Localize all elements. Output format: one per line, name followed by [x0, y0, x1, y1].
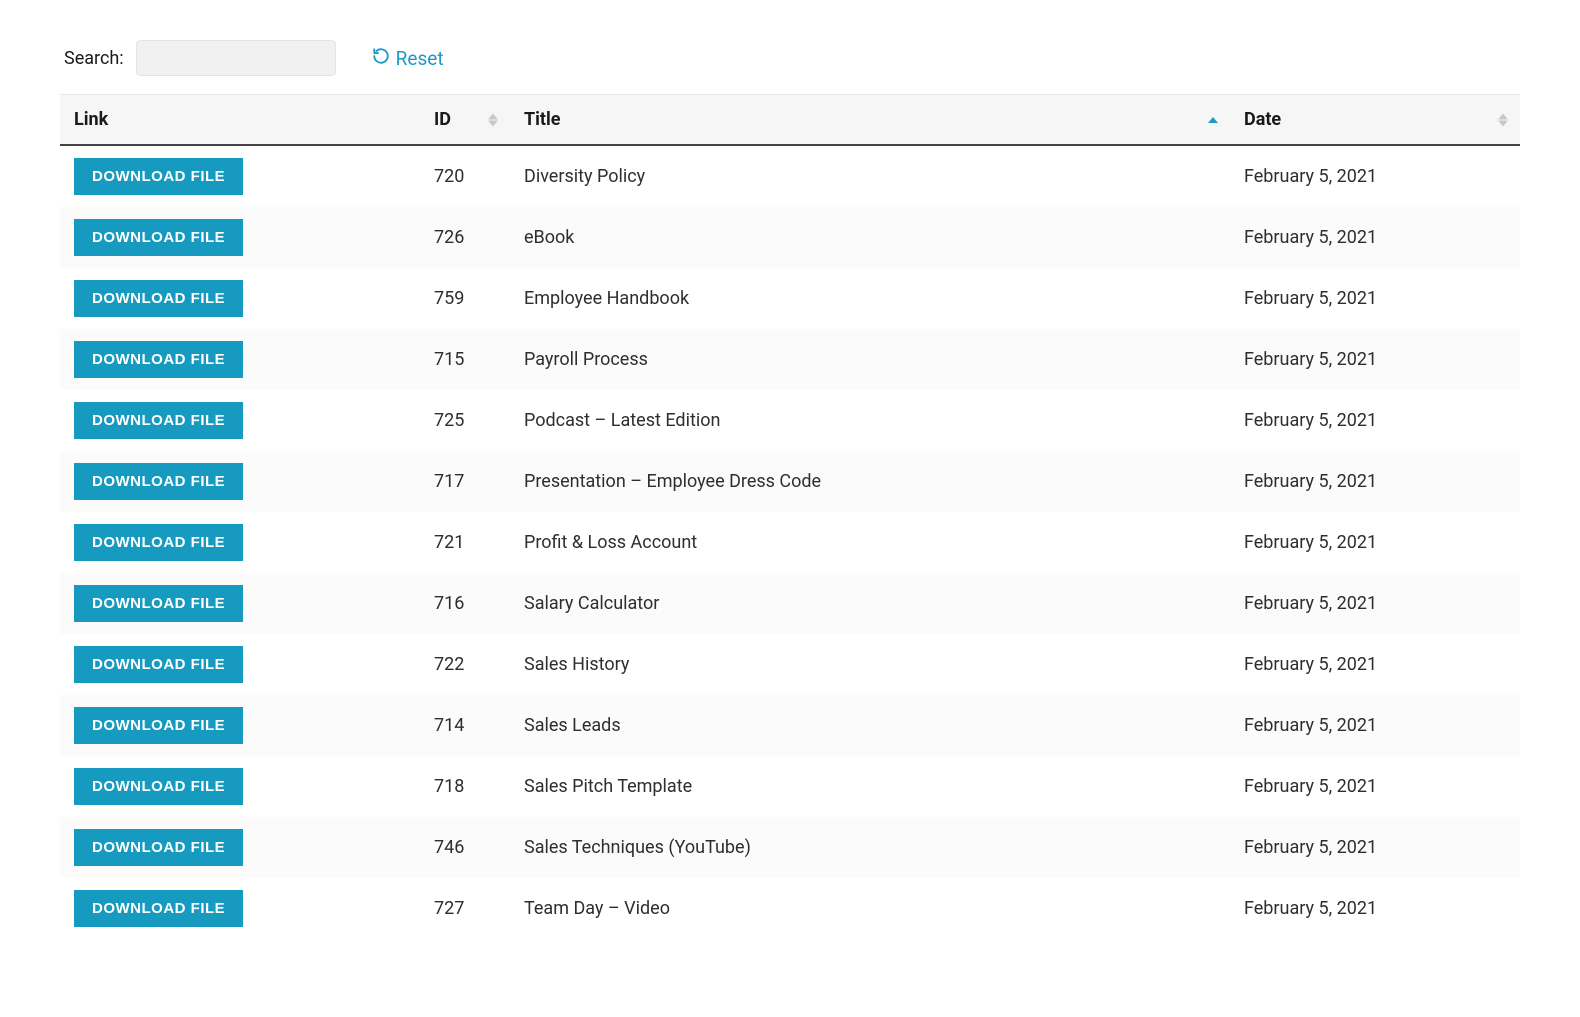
cell-id: 725 — [420, 390, 510, 451]
download-file-button[interactable]: DOWNLOAD FILE — [74, 463, 243, 500]
cell-id: 718 — [420, 756, 510, 817]
table-row: DOWNLOAD FILE 759Employee HandbookFebruar… — [60, 268, 1520, 329]
cell-title: Podcast – Latest Edition — [510, 390, 1230, 451]
cell-id: 716 — [420, 573, 510, 634]
cell-title: Employee Handbook — [510, 268, 1230, 329]
cell-id: 721 — [420, 512, 510, 573]
table-row: DOWNLOAD FILE 727Team Day – VideoFebruary… — [60, 878, 1520, 939]
cell-title: Salary Calculator — [510, 573, 1230, 634]
download-file-button[interactable]: DOWNLOAD FILE — [74, 890, 243, 927]
cell-id: 714 — [420, 695, 510, 756]
cell-title: Diversity Policy — [510, 145, 1230, 207]
download-file-button[interactable]: DOWNLOAD FILE — [74, 646, 243, 683]
column-header-id[interactable]: ID — [420, 95, 510, 146]
cell-date: February 5, 2021 — [1230, 695, 1520, 756]
cell-date: February 5, 2021 — [1230, 207, 1520, 268]
download-file-button[interactable]: DOWNLOAD FILE — [74, 219, 243, 256]
cell-title: eBook — [510, 207, 1230, 268]
table-row: DOWNLOAD FILE 715Payroll ProcessFebruary … — [60, 329, 1520, 390]
reset-button[interactable]: Reset — [372, 47, 444, 70]
cell-date: February 5, 2021 — [1230, 756, 1520, 817]
table-row: DOWNLOAD FILE 714Sales LeadsFebruary 5, 2… — [60, 695, 1520, 756]
undo-icon — [372, 47, 390, 70]
cell-title: Team Day – Video — [510, 878, 1230, 939]
cell-date: February 5, 2021 — [1230, 878, 1520, 939]
table-row: DOWNLOAD FILE 721Profit & Loss AccountFeb… — [60, 512, 1520, 573]
cell-id: 726 — [420, 207, 510, 268]
cell-title: Payroll Process — [510, 329, 1230, 390]
cell-title: Sales Pitch Template — [510, 756, 1230, 817]
table-row: DOWNLOAD FILE 718Sales Pitch TemplateFebr… — [60, 756, 1520, 817]
table-row: DOWNLOAD FILE 722Sales HistoryFebruary 5,… — [60, 634, 1520, 695]
column-header-title[interactable]: Title — [510, 95, 1230, 146]
sort-icon — [488, 113, 498, 126]
table-row: DOWNLOAD FILE 746Sales Techniques (YouTub… — [60, 817, 1520, 878]
reset-label: Reset — [396, 47, 444, 70]
cell-id: 746 — [420, 817, 510, 878]
download-file-button[interactable]: DOWNLOAD FILE — [74, 341, 243, 378]
cell-id: 727 — [420, 878, 510, 939]
cell-date: February 5, 2021 — [1230, 573, 1520, 634]
cell-id: 715 — [420, 329, 510, 390]
sort-icon — [1498, 113, 1508, 126]
cell-id: 722 — [420, 634, 510, 695]
search-input[interactable] — [136, 40, 336, 76]
table-row: DOWNLOAD FILE 720Diversity PolicyFebruary… — [60, 145, 1520, 207]
cell-date: February 5, 2021 — [1230, 390, 1520, 451]
cell-title: Presentation – Employee Dress Code — [510, 451, 1230, 512]
download-file-button[interactable]: DOWNLOAD FILE — [74, 158, 243, 195]
download-file-button[interactable]: DOWNLOAD FILE — [74, 707, 243, 744]
cell-title: Profit & Loss Account — [510, 512, 1230, 573]
cell-date: February 5, 2021 — [1230, 512, 1520, 573]
cell-date: February 5, 2021 — [1230, 268, 1520, 329]
sort-asc-icon — [1208, 117, 1218, 123]
cell-id: 717 — [420, 451, 510, 512]
table-row: DOWNLOAD FILE 717Presentation – Employee … — [60, 451, 1520, 512]
column-header-date[interactable]: Date — [1230, 95, 1520, 146]
toolbar: Search: Reset — [60, 40, 1520, 76]
download-file-button[interactable]: DOWNLOAD FILE — [74, 402, 243, 439]
cell-id: 759 — [420, 268, 510, 329]
cell-date: February 5, 2021 — [1230, 145, 1520, 207]
cell-id: 720 — [420, 145, 510, 207]
download-file-button[interactable]: DOWNLOAD FILE — [74, 585, 243, 622]
download-file-button[interactable]: DOWNLOAD FILE — [74, 829, 243, 866]
cell-title: Sales History — [510, 634, 1230, 695]
table-row: DOWNLOAD FILE 725Podcast – Latest Edition… — [60, 390, 1520, 451]
table-row: DOWNLOAD FILE 726eBookFebruary 5, 2021 — [60, 207, 1520, 268]
cell-date: February 5, 2021 — [1230, 817, 1520, 878]
download-file-button[interactable]: DOWNLOAD FILE — [74, 524, 243, 561]
download-file-button[interactable]: DOWNLOAD FILE — [74, 768, 243, 805]
file-table: Link ID Title Date DOWNLOAD FI — [60, 94, 1520, 939]
column-header-link[interactable]: Link — [60, 95, 420, 146]
cell-date: February 5, 2021 — [1230, 451, 1520, 512]
cell-date: February 5, 2021 — [1230, 329, 1520, 390]
download-file-button[interactable]: DOWNLOAD FILE — [74, 280, 243, 317]
cell-title: Sales Leads — [510, 695, 1230, 756]
search-label: Search: — [64, 48, 124, 69]
cell-date: February 5, 2021 — [1230, 634, 1520, 695]
table-row: DOWNLOAD FILE 716Salary CalculatorFebruar… — [60, 573, 1520, 634]
cell-title: Sales Techniques (YouTube) — [510, 817, 1230, 878]
